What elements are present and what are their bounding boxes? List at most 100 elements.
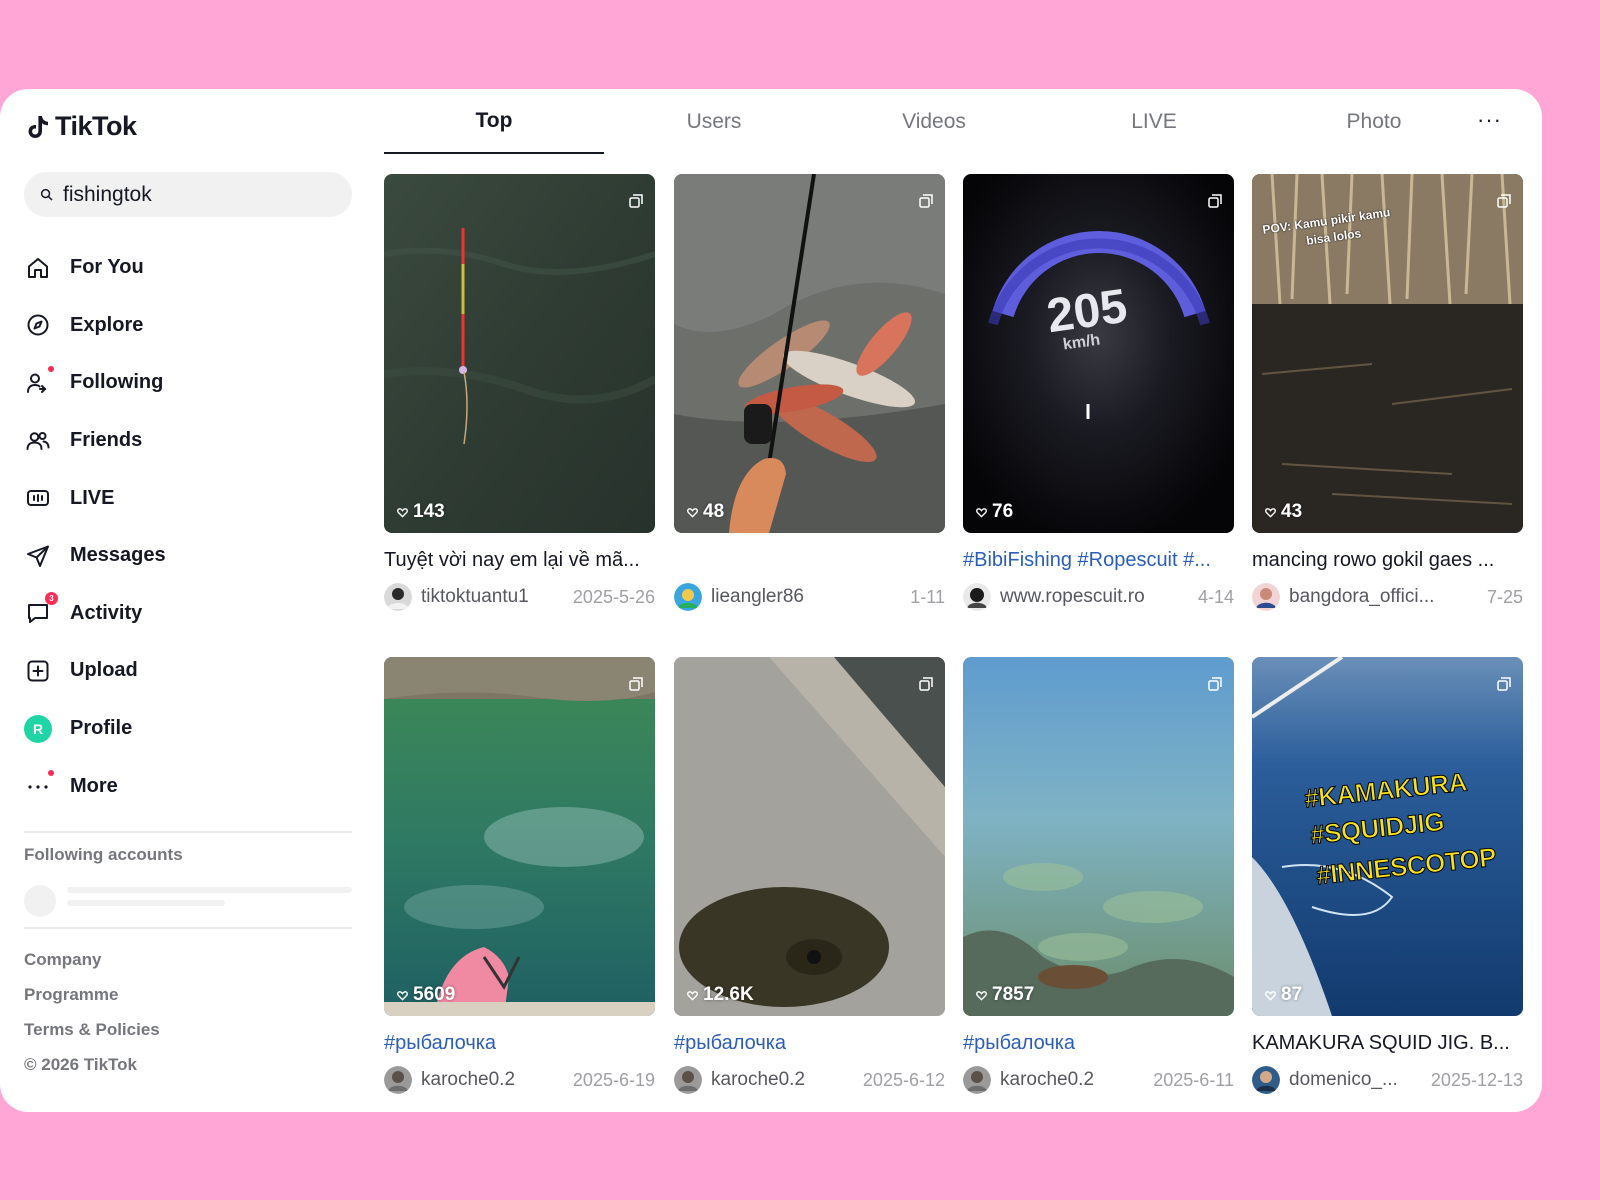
video-caption[interactable]: #рыбалочка: [384, 1030, 655, 1056]
video-caption[interactable]: Tuyệt vời nay em lại về mã...: [384, 547, 655, 573]
tab-photo[interactable]: Photo: [1264, 89, 1484, 154]
username[interactable]: www.ropescuit.ro: [1000, 586, 1190, 608]
multi-photo-icon: [629, 194, 643, 208]
send-icon: [24, 542, 52, 570]
video-thumbnail[interactable]: 143: [384, 174, 655, 533]
following-icon: [24, 365, 54, 397]
tab-top[interactable]: Top: [384, 89, 604, 154]
tab-live[interactable]: LIVE: [1044, 89, 1264, 154]
multi-photo-icon: [629, 677, 643, 691]
post-date: 2025-6-12: [862, 1069, 945, 1090]
multi-photo-icon: [919, 677, 933, 691]
notification-dot: [48, 770, 54, 777]
username[interactable]: karoche0.2: [711, 1069, 855, 1091]
nav-label: Upload: [70, 659, 138, 682]
post-date: 4-14: [1197, 586, 1234, 607]
video-caption[interactable]: #рыбалочка: [963, 1030, 1234, 1056]
search-bar[interactable]: fishingtok: [24, 172, 352, 217]
user-avatar[interactable]: [384, 1066, 412, 1094]
video-thumbnail[interactable]: 7857: [963, 657, 1234, 1016]
post-date: 7-25: [1486, 586, 1523, 607]
tab-users[interactable]: Users: [604, 89, 824, 154]
heart-icon: [1265, 507, 1276, 518]
thumbnail-image: [674, 657, 945, 1016]
activity-icon: 3: [24, 592, 58, 627]
tiktok-logo-icon: [28, 115, 48, 138]
more-tabs-button[interactable]: ···: [1477, 107, 1502, 133]
video-card[interactable]: 48 lieangler86 1-11: [674, 174, 945, 612]
user-avatar[interactable]: [963, 1066, 991, 1094]
username[interactable]: lieangler86: [711, 586, 902, 608]
skeleton-avatar: [24, 885, 56, 917]
user-avatar[interactable]: [384, 583, 412, 611]
user-avatar[interactable]: [1252, 1066, 1280, 1094]
video-caption[interactable]: #рыбалочка: [674, 1030, 945, 1056]
thumbnail-image: [963, 174, 1234, 533]
tiktok-logo[interactable]: TikTok: [27, 111, 137, 142]
user-avatar[interactable]: [1252, 583, 1280, 611]
video-thumbnail[interactable]: 5609: [384, 657, 655, 1016]
nav-item-profile[interactable]: R Profile: [24, 700, 354, 758]
username[interactable]: bangdora_offici...: [1289, 586, 1479, 608]
post-date: 2025-5-26: [572, 586, 655, 607]
video-card[interactable]: 7857 #рыбалочка karoche0.2 2025-6-11: [963, 657, 1234, 1095]
video-card[interactable]: 205 km/h 76 #BibiFishing #Ropescuit #...…: [963, 174, 1234, 612]
following-accounts-title: Following accounts: [24, 845, 183, 864]
thumbnail-image: [384, 174, 655, 533]
video-caption[interactable]: #BibiFishing #Ropescuit #...: [963, 547, 1234, 573]
heart-icon: [1265, 990, 1276, 1001]
multi-photo-icon: [1497, 194, 1511, 208]
video-card[interactable]: POV: Kamu pikir kamu bisa lolos 43 manci…: [1252, 174, 1523, 612]
multi-photo-icon: [919, 194, 933, 208]
video-caption[interactable]: KAMAKURA SQUID JIG. B...: [1252, 1030, 1523, 1056]
nav-label: More: [70, 774, 118, 797]
footer-link-terms[interactable]: Terms & Policies: [24, 1012, 160, 1047]
video-thumbnail[interactable]: 12.6K: [674, 657, 945, 1016]
video-caption[interactable]: mancing rowo gokil gaes ...: [1252, 547, 1523, 573]
video-thumbnail[interactable]: POV: Kamu pikir kamu bisa lolos 43: [1252, 174, 1523, 533]
like-count: 76: [976, 501, 1013, 523]
nav-item-upload[interactable]: Upload: [24, 642, 354, 700]
video-meta: karoche0.2 2025-6-12: [674, 1065, 945, 1095]
video-card[interactable]: 12.6K #рыбалочка karoche0.2 2025-6-12: [674, 657, 945, 1095]
video-caption[interactable]: [674, 547, 945, 573]
nav-item-for-you[interactable]: For You: [24, 239, 354, 297]
nav-item-more[interactable]: More: [24, 757, 354, 815]
username[interactable]: domenico_...: [1289, 1069, 1423, 1091]
user-avatar[interactable]: [674, 1066, 702, 1094]
video-card[interactable]: 5609 #рыбалочка karoche0.2 2025-6-19: [384, 657, 655, 1095]
nav-label: Friends: [70, 429, 143, 452]
profile-avatar: R: [24, 714, 52, 743]
video-card[interactable]: 143 Tuyệt vời nay em lại về mã... tiktok…: [384, 174, 655, 612]
heart-icon: [397, 507, 408, 518]
nav-item-live[interactable]: LIVE: [24, 469, 354, 527]
like-count: 48: [687, 501, 724, 523]
video-thumbnail[interactable]: 48: [674, 174, 945, 533]
more-icon: [24, 770, 54, 800]
video-card[interactable]: #KAMAKURA #SQUIDJIG #INNESCOTOP 87 KAMAK…: [1252, 657, 1523, 1095]
tab-videos[interactable]: Videos: [824, 89, 1044, 154]
nav-item-friends[interactable]: Friends: [24, 412, 354, 470]
video-thumbnail[interactable]: 205 km/h 76: [963, 174, 1234, 533]
nav-item-messages[interactable]: Messages: [24, 527, 354, 585]
username[interactable]: karoche0.2: [1000, 1069, 1145, 1091]
username[interactable]: karoche0.2: [421, 1069, 565, 1091]
user-avatar[interactable]: [963, 583, 991, 611]
video-thumbnail[interactable]: #KAMAKURA #SQUIDJIG #INNESCOTOP 87: [1252, 657, 1523, 1016]
footer-link-company[interactable]: Company: [24, 942, 160, 977]
nav-item-activity[interactable]: 3 Activity: [24, 585, 354, 643]
app-window: TikTok fishingtok For You Explore Follow…: [0, 89, 1542, 1112]
nav-item-following[interactable]: Following: [24, 354, 354, 412]
heart-icon: [976, 990, 987, 1001]
sidebar: TikTok fishingtok For You Explore Follow…: [0, 89, 370, 1112]
footer-link-programme[interactable]: Programme: [24, 977, 160, 1012]
user-avatar[interactable]: [674, 583, 702, 611]
search-input[interactable]: fishingtok: [63, 183, 152, 207]
video-meta: bangdora_offici... 7-25: [1252, 582, 1523, 612]
post-date: 2025-6-11: [1153, 1069, 1234, 1090]
nav-item-explore[interactable]: Explore: [24, 297, 354, 355]
compass-icon: [24, 311, 52, 339]
thumbnail-image: [674, 174, 945, 533]
copyright: © 2026 TikTok: [24, 1055, 138, 1074]
username[interactable]: tiktoktuantu1: [421, 586, 565, 608]
